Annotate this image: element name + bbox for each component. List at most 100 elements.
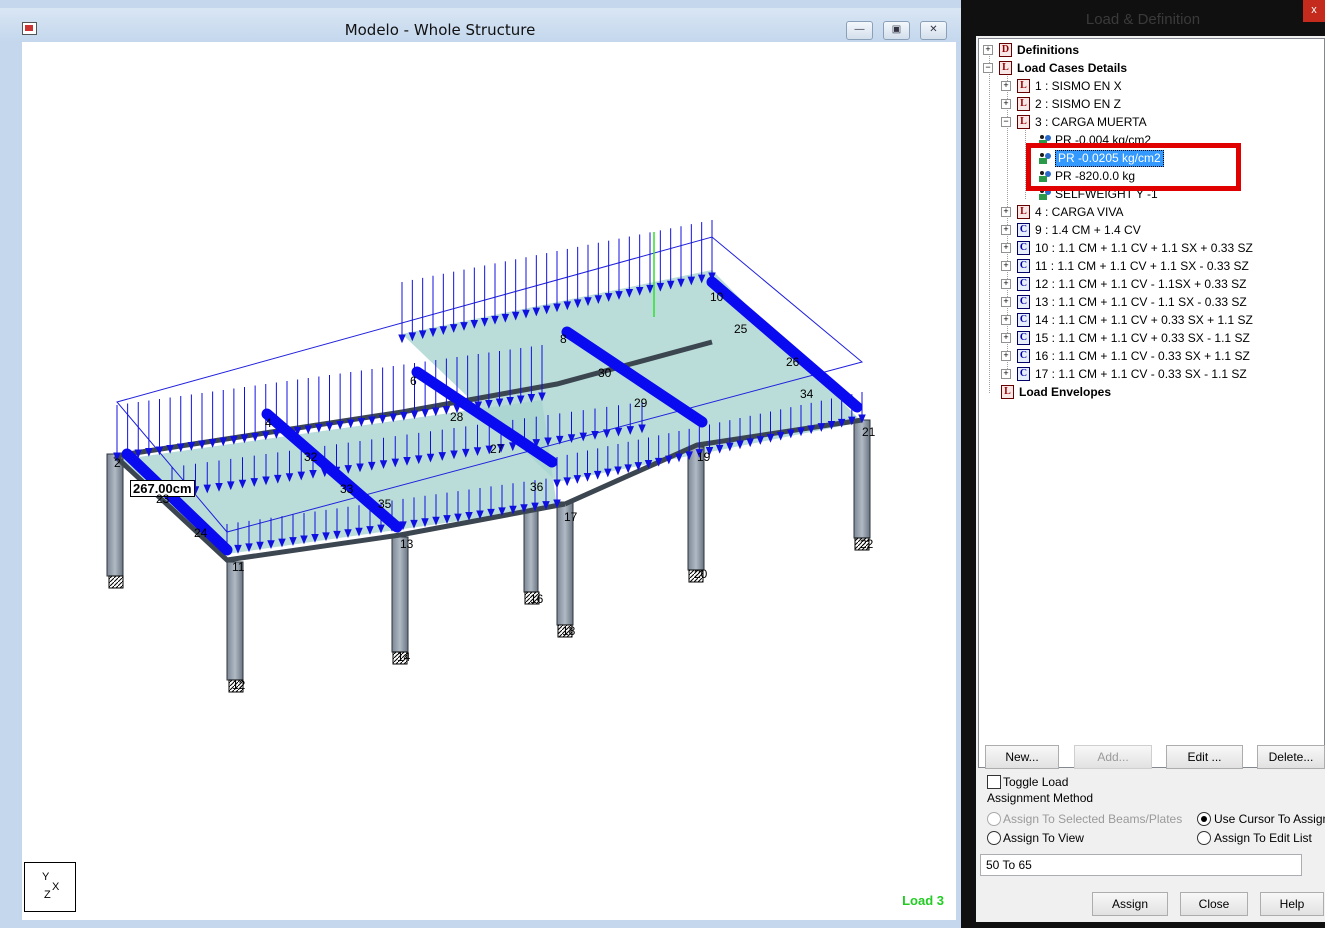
- assign-button[interactable]: Assign: [1092, 892, 1168, 916]
- model-window: Modelo - Whole Structure — ▣ ✕ 267.00cm …: [0, 0, 961, 928]
- tree-item-combination[interactable]: + C 14 : 1.1 CM + 1.1 CV + 0.33 SX + 1.1 S…: [1001, 311, 1321, 329]
- node-label: 32: [304, 450, 318, 464]
- expand-icon[interactable]: +: [1001, 351, 1011, 361]
- tree-label: 4 : CARGA VIVA: [1035, 205, 1124, 219]
- assign-edit-list-label: Assign To Edit List: [1214, 831, 1312, 845]
- tree-item-combination[interactable]: + C 11 : 1.1 CM + 1.1 CV + 1.1 SX - 0.33 S…: [1001, 257, 1321, 275]
- model-viewport[interactable]: 267.00cm 2 4 6 8 10 11 13 17 19 21 23 24 25 26 27 28 29 3…: [22, 42, 956, 920]
- tree-item-load-cases[interactable]: − L Load Cases Details: [983, 59, 1283, 77]
- tree-item-combination[interactable]: + C 17 : 1.1 CM + 1.1 CV - 0.33 SX - 1.1 S…: [1001, 365, 1321, 383]
- toggle-load-checkbox[interactable]: [987, 775, 1001, 789]
- tree-item-combination[interactable]: + C 9 : 1.4 CM + 1.4 CV: [1001, 221, 1321, 239]
- load-definition-panel: Load & Definition x + D Definitions − L …: [961, 0, 1325, 928]
- toggle-load-label: Toggle Load: [1003, 775, 1069, 789]
- expand-icon[interactable]: +: [1001, 225, 1011, 235]
- selected-beams-label: Assign To Selected Beams/Plates: [1003, 812, 1183, 826]
- combination-icon: C: [1017, 259, 1030, 273]
- tree-item-combination[interactable]: + C 13 : 1.1 CM + 1.1 CV - 1.1 SX - 0.33 S…: [1001, 293, 1321, 311]
- expand-icon[interactable]: +: [983, 45, 993, 55]
- collapse-icon[interactable]: −: [983, 63, 993, 73]
- axis-z-label: Z: [44, 889, 51, 901]
- node-label: 11: [232, 560, 245, 574]
- expand-icon[interactable]: +: [1001, 99, 1011, 109]
- node-label: 35: [378, 497, 392, 511]
- expand-icon[interactable]: +: [1001, 369, 1011, 379]
- help-button[interactable]: Help: [1260, 892, 1324, 916]
- model-title-bar[interactable]: Modelo - Whole Structure — ▣ ✕: [0, 8, 961, 42]
- tree-item-combination[interactable]: + C 12 : 1.1 CM + 1.1 CV - 1.1SX + 0.33 SZ: [1001, 275, 1321, 293]
- expand-icon[interactable]: +: [1001, 333, 1011, 343]
- close-button[interactable]: Close: [1180, 892, 1248, 916]
- panel-close-button[interactable]: x: [1303, 0, 1325, 22]
- expand-icon[interactable]: +: [1001, 315, 1011, 325]
- node-label: 30: [598, 366, 612, 380]
- node-label: 8: [560, 332, 567, 346]
- combination-icon: C: [1017, 295, 1030, 309]
- tree-label: 17 : 1.1 CM + 1.1 CV - 0.33 SX - 1.1 SZ: [1035, 367, 1247, 381]
- expand-icon[interactable]: +: [1001, 297, 1011, 307]
- tree-label: Definitions: [1017, 43, 1079, 57]
- expand-icon[interactable]: −: [1001, 117, 1011, 127]
- tree-label: 2 : SISMO EN Z: [1035, 97, 1122, 111]
- panel-body: + D Definitions − L Load Cases Details +…: [976, 36, 1325, 922]
- tree-guide: [989, 53, 990, 393]
- tree-label: 3 : CARGA MUERTA: [1035, 115, 1147, 129]
- assign-edit-list-radio[interactable]: [1197, 831, 1211, 845]
- assign-view-radio[interactable]: [987, 831, 1001, 845]
- node-label: 27: [490, 442, 504, 456]
- delete-button[interactable]: Delete...: [1257, 745, 1325, 769]
- load-tree[interactable]: + D Definitions − L Load Cases Details +…: [978, 38, 1325, 768]
- tree-label: 13 : 1.1 CM + 1.1 CV - 1.1 SX - 0.33 SZ: [1035, 295, 1247, 309]
- node-label: 25: [734, 322, 748, 336]
- supports: [108, 537, 870, 693]
- node-label: 10: [710, 290, 724, 304]
- restore-button[interactable]: ▣: [883, 21, 910, 40]
- tree-item-combination[interactable]: + C 10 : 1.1 CM + 1.1 CV + 1.1 SX + 0.33 S…: [1001, 239, 1321, 257]
- combination-icon: C: [1017, 277, 1030, 291]
- combination-icon: C: [1017, 367, 1030, 381]
- tree-item-case[interactable]: + L 1 : SISMO EN X: [1001, 77, 1321, 95]
- node-label: 18: [562, 624, 576, 638]
- new-button[interactable]: New...: [985, 745, 1059, 769]
- node-label: 12: [232, 678, 246, 692]
- expand-icon[interactable]: +: [1001, 261, 1011, 271]
- combination-icon: C: [1017, 223, 1030, 237]
- edit-button[interactable]: Edit ...: [1166, 745, 1243, 769]
- expand-icon[interactable]: +: [1001, 81, 1011, 91]
- node-label: 14: [397, 650, 411, 664]
- use-cursor-radio[interactable]: [1197, 812, 1211, 826]
- node-label: 29: [634, 396, 648, 410]
- tree-label: 9 : 1.4 CM + 1.4 CV: [1035, 223, 1141, 237]
- combination-icon: C: [1017, 349, 1030, 363]
- edit-list-field[interactable]: 50 To 65: [980, 854, 1302, 876]
- tree-label: 15 : 1.1 CM + 1.1 CV + 0.33 SX - 1.1 SZ: [1035, 331, 1250, 345]
- tree-item-combination[interactable]: + C 16 : 1.1 CM + 1.1 CV - 0.33 SX + 1.1 S…: [1001, 347, 1321, 365]
- selected-beams-radio[interactable]: [987, 812, 1001, 826]
- tree-label: Load Envelopes: [1019, 385, 1112, 399]
- node-label: 17: [564, 510, 578, 524]
- add-button[interactable]: Add...: [1074, 745, 1152, 769]
- expand-icon[interactable]: +: [1001, 279, 1011, 289]
- load-case-icon: L: [1017, 97, 1030, 111]
- load-case-icon: L: [1017, 115, 1030, 129]
- tree-label: 12 : 1.1 CM + 1.1 CV - 1.1SX + 0.33 SZ: [1035, 277, 1247, 291]
- node-label: 36: [530, 480, 544, 494]
- tree-item-case[interactable]: − L 3 : CARGA MUERTA: [1001, 113, 1321, 131]
- axis-y-label: Y: [42, 871, 50, 883]
- axis-x-label: X: [52, 881, 60, 893]
- combination-icon: C: [1017, 241, 1030, 255]
- node-label: 26: [786, 355, 800, 369]
- close-window-button[interactable]: ✕: [920, 21, 947, 40]
- tree-item-case[interactable]: + L 4 : CARGA VIVA: [1001, 203, 1321, 221]
- node-label: 22: [860, 537, 874, 551]
- tree-item-definitions[interactable]: + D Definitions: [983, 41, 1283, 59]
- expand-icon[interactable]: +: [1001, 207, 1011, 217]
- tree-item-combination[interactable]: + C 15 : 1.1 CM + 1.1 CV + 0.33 SX - 1.1 S…: [1001, 329, 1321, 347]
- minimize-button[interactable]: —: [846, 21, 873, 40]
- tree-item-case[interactable]: + L 2 : SISMO EN Z: [1001, 95, 1321, 113]
- node-label: 6: [410, 374, 417, 388]
- tree-label: 10 : 1.1 CM + 1.1 CV + 1.1 SX + 0.33 SZ: [1035, 241, 1253, 255]
- expand-icon[interactable]: +: [1001, 243, 1011, 253]
- tree-item-load-envelopes[interactable]: L Load Envelopes: [1001, 383, 1301, 401]
- node-label: 28: [450, 410, 464, 424]
